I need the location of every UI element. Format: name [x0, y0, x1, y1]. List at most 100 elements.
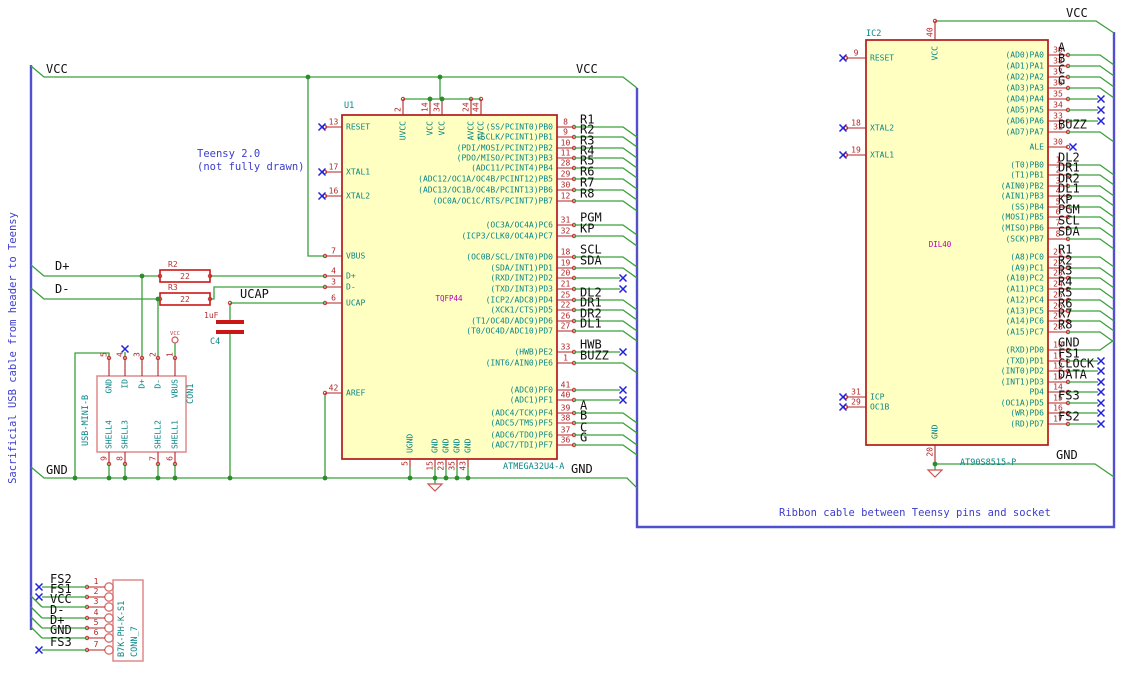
conn7-pad[interactable] [104, 633, 114, 643]
wire [30, 626, 43, 639]
junction-dot [155, 296, 161, 302]
pin-name: (AD1)PA1 [1005, 62, 1044, 71]
pin-name: D+ [346, 272, 356, 281]
gnd-power-symbol [926, 469, 944, 478]
pin-name: VCC [931, 46, 940, 61]
pin-number: 4 [331, 267, 336, 276]
vcc-power-label: VCC [170, 331, 180, 337]
capacitor-c4 [216, 320, 244, 334]
conn7-pad[interactable] [104, 645, 114, 655]
capacitor-plate[interactable] [216, 330, 244, 334]
junction-dot [322, 475, 328, 481]
no-connect-x [838, 123, 848, 133]
pin-name: (ADC13/OC1B/OC4B/PCINT13)PB6 [418, 186, 553, 195]
pin-name: (A12)PC4 [1005, 296, 1044, 305]
net-label: R8 [1058, 318, 1072, 332]
dminus-net [30, 287, 160, 300]
pin-name: (A15)PC7 [1005, 328, 1044, 337]
pin-name: (RXD/INT2)PD2 [490, 274, 553, 283]
no-connect-x [618, 395, 628, 405]
pin-name: UCAP [346, 299, 365, 308]
chip-ref: IC2 [866, 29, 881, 39]
pin-name: D- [154, 379, 163, 389]
pin-name: (AD6)PA6 [1005, 117, 1044, 126]
no-connect-x [34, 645, 44, 655]
pin-name: (T0)PB0 [1010, 161, 1044, 170]
junction-dot [122, 475, 128, 481]
pin-name: AREF [346, 389, 365, 398]
no-connect-x [618, 385, 628, 395]
no-connect-x [1096, 398, 1106, 408]
net-label: GND [571, 462, 593, 476]
wire [1068, 320, 1115, 332]
pin-name: UVCC [399, 121, 408, 140]
pin-number: 20 [926, 447, 935, 457]
pin-name: GND [931, 424, 940, 439]
schematic-canvas[interactable]: U1 ATMEGA32U4-A TQFP44 13 RESET 17 XTAL1 16 XTAL… [0, 0, 1131, 690]
pin-name: (OC3A/OC4A)PC6 [486, 221, 554, 230]
left-vertical-note: Sacrificial USB cable from header to Tee… [7, 212, 19, 484]
pin-name: SHELL2 [154, 420, 163, 449]
pin-number: 29 [851, 398, 861, 407]
wire [1068, 299, 1115, 311]
junction-dot [155, 475, 161, 481]
pin-name: SHELL1 [171, 420, 180, 449]
conn7-ref: CONN_7 [130, 626, 140, 657]
pin-name: VBUS [171, 379, 180, 398]
pin-name: GND [105, 379, 114, 394]
chip-ref: U1 [344, 101, 354, 111]
pin-name: (HWB)PE2 [514, 348, 553, 357]
pin-name: GND [431, 438, 440, 453]
pin-number: 2 [149, 352, 158, 357]
wire [30, 616, 43, 629]
pin-number: 31 [851, 388, 861, 397]
no-connect-x [838, 150, 848, 160]
pin-name: (RD)PD7 [1010, 420, 1044, 429]
net-label: SDA [580, 254, 602, 268]
pin-number: 19 [851, 146, 861, 155]
conn7-pad[interactable] [104, 602, 114, 612]
no-connect-x [1096, 356, 1106, 366]
pin-number: 15 [426, 461, 435, 471]
conn7-pad[interactable] [104, 592, 114, 602]
pin-name: ALE [1030, 143, 1045, 152]
pin-number: 2 [94, 587, 99, 596]
pin-name: (A9)PC1 [1010, 264, 1044, 273]
no-connect-x [34, 582, 44, 592]
conn7-pad[interactable] [104, 582, 114, 592]
pin-name: ICP [870, 393, 885, 402]
pin-name: RESET [346, 123, 370, 132]
pin-name: (AD2)PA2 [1005, 73, 1044, 82]
pin-name: UGND [406, 434, 415, 453]
junction-dot [432, 475, 438, 481]
net-label: SDA [1058, 225, 1080, 239]
pin-number: 32 [561, 227, 571, 236]
resistor-value: 22 [180, 295, 190, 304]
vbus-drop [307, 77, 325, 257]
net-label: BUZZ [580, 349, 609, 363]
conn7-pad[interactable] [104, 613, 114, 623]
pin-name: (TXD/INT3)PD3 [490, 285, 553, 294]
pin-number: 29 [561, 170, 571, 179]
pin-number: 28 [561, 159, 571, 168]
wire [574, 444, 638, 456]
net-label: G [1058, 74, 1065, 88]
no-connect-x [838, 402, 848, 412]
ic2-vcc-net [935, 20, 1115, 34]
pin-number: 24 [462, 102, 471, 112]
chip-part-name: ATMEGA32U4-A [503, 462, 564, 472]
capacitor-plate[interactable] [216, 320, 244, 324]
pin-number: 25 [561, 291, 571, 300]
pin-number: 31 [561, 216, 571, 225]
pin-number: 11 [561, 149, 571, 158]
teensy-note-line2: (not fully drawn) [197, 161, 304, 173]
pin-name: (AD0)PA0 [1005, 51, 1044, 60]
pin-number: 13 [329, 118, 339, 127]
wire [1068, 310, 1115, 322]
conn7-pad[interactable] [104, 623, 114, 633]
chip-footprint: DIL40 [929, 240, 952, 249]
junction-dot [465, 475, 471, 481]
pin-number: 42 [329, 384, 339, 393]
pin-number: 30 [561, 181, 571, 190]
conn7-value: B7K-PH-K-S1 [117, 601, 127, 657]
